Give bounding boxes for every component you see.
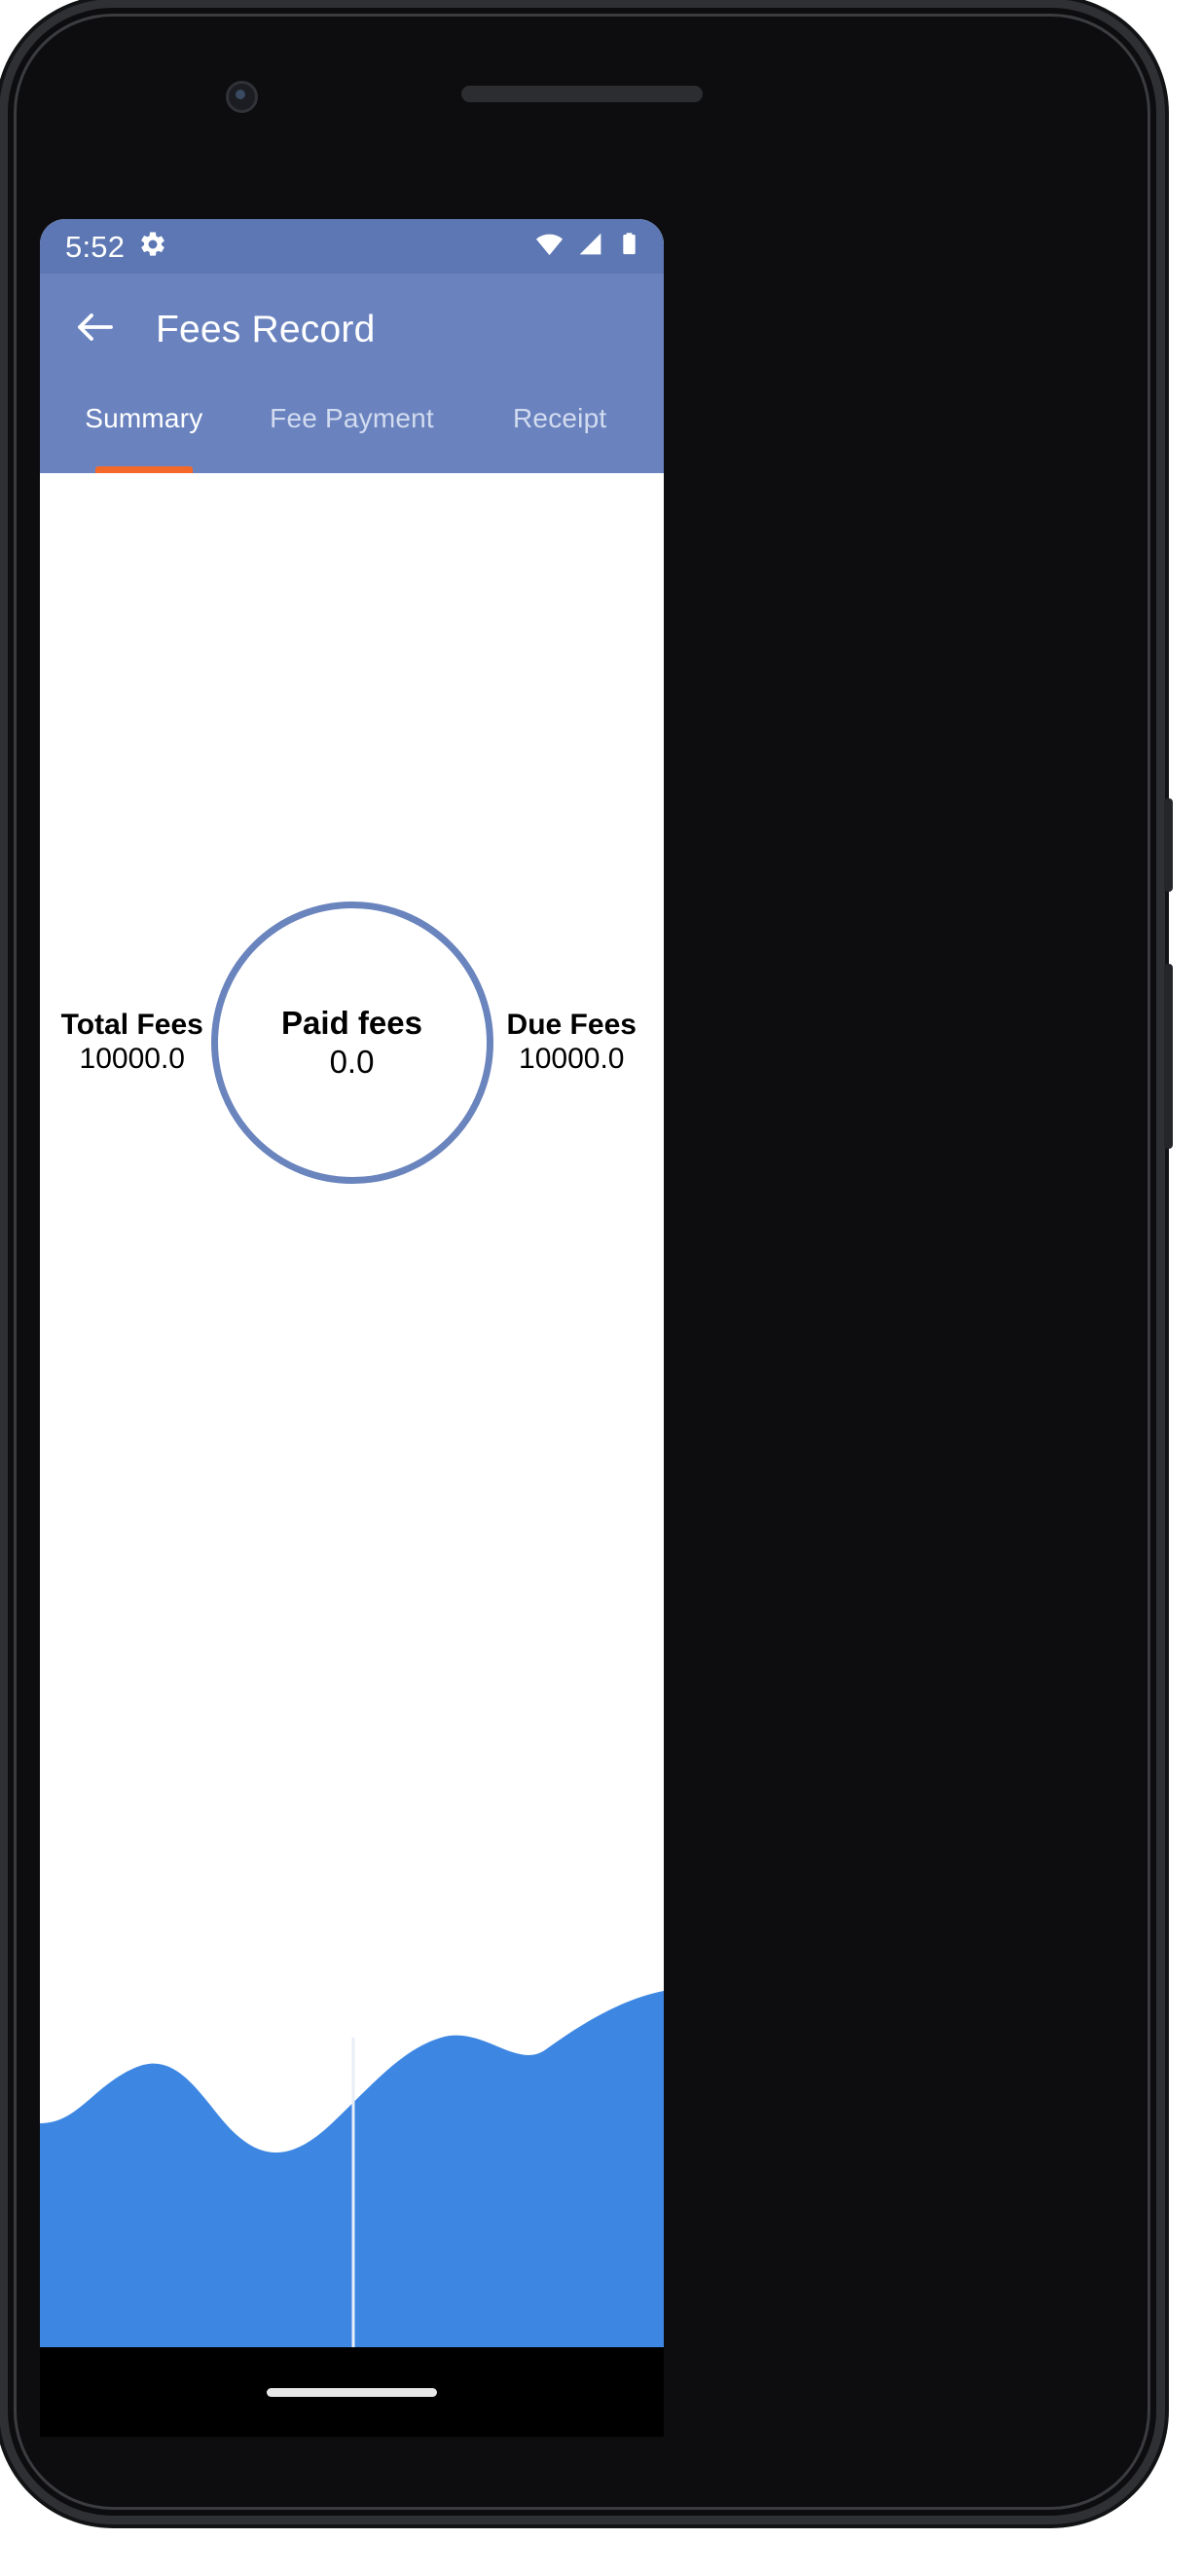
- phone-screen: 5:52 Fees Record Summary Fee Payment Rec…: [40, 219, 664, 2347]
- due-fees-value: 10000.0: [519, 1043, 625, 1076]
- summary-tab-content: Total Fees 10000.0 Paid fees 0.0 Due Fee…: [40, 473, 664, 2347]
- power-button[interactable]: [1164, 798, 1173, 892]
- tab-fee-payment-label: Fee Payment: [270, 403, 434, 433]
- status-bar-left: 5:52: [65, 230, 167, 264]
- fees-summary-row: Total Fees 10000.0 Paid fees 0.0 Due Fee…: [40, 902, 664, 1184]
- cellular-signal-icon: [576, 230, 604, 263]
- wifi-icon: [534, 229, 565, 264]
- earpiece-speaker: [461, 86, 703, 102]
- page-title: Fees Record: [156, 308, 376, 350]
- battery-icon: [616, 231, 642, 262]
- front-camera-icon: [226, 81, 258, 113]
- tab-active-indicator: [94, 466, 193, 473]
- due-fees-label: Due Fees: [506, 1008, 637, 1041]
- tab-inactive-indicator: [511, 466, 608, 473]
- status-bar: 5:52: [40, 219, 664, 274]
- app-bar: Fees Record: [40, 274, 664, 386]
- tab-summary-label: Summary: [85, 403, 203, 433]
- tab-receipt-label: Receipt: [513, 403, 607, 433]
- screenshot-root: 5:52 Fees Record Summary Fee Payment Rec…: [0, 0, 1202, 2576]
- status-time: 5:52: [65, 229, 126, 264]
- fees-trend-area-chart: [40, 1991, 664, 2347]
- tab-receipt[interactable]: Receipt: [455, 386, 664, 473]
- tab-summary[interactable]: Summary: [40, 386, 248, 473]
- total-fees-label: Total Fees: [60, 1008, 203, 1041]
- paid-fees-value: 0.0: [329, 1044, 375, 1080]
- tab-bar: Summary Fee Payment Receipt: [40, 386, 664, 473]
- back-arrow-icon: [72, 304, 119, 355]
- paid-fees-label: Paid fees: [281, 1005, 422, 1042]
- volume-button[interactable]: [1164, 964, 1173, 1149]
- system-navigation-bar: [40, 2347, 664, 2437]
- home-indicator[interactable]: [267, 2387, 437, 2397]
- paid-fees-gauge: Paid fees 0.0: [210, 902, 493, 1184]
- back-button[interactable]: [65, 300, 126, 360]
- tab-inactive-indicator: [304, 466, 401, 473]
- due-fees-block: Due Fees 10000.0: [493, 1009, 651, 1078]
- settings-gear-icon: [138, 230, 167, 264]
- tab-fee-payment[interactable]: Fee Payment: [248, 386, 456, 473]
- status-bar-right: [534, 229, 642, 264]
- total-fees-value: 10000.0: [79, 1043, 185, 1076]
- total-fees-block: Total Fees 10000.0: [54, 1009, 211, 1078]
